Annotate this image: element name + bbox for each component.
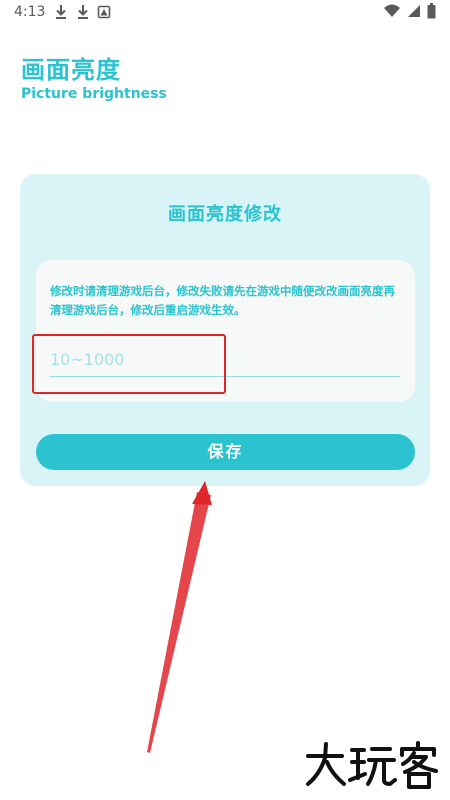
wifi-icon <box>383 4 401 22</box>
card-title: 画面亮度修改 <box>168 204 282 225</box>
image-icon <box>97 4 111 20</box>
download-icon <box>76 4 90 20</box>
signal-icon <box>407 4 421 22</box>
save-button[interactable]: 保存 <box>36 434 415 470</box>
status-bar: 4:13 <box>0 0 450 26</box>
status-icons-right <box>383 3 436 23</box>
page-subtitle: Picture brightness <box>21 86 167 102</box>
annotation-highlight-box <box>32 334 226 394</box>
download-icon <box>54 4 68 20</box>
battery-icon <box>427 3 436 23</box>
status-time: 4:13 <box>14 4 46 20</box>
brightness-card: 画面亮度修改 修改时请清理游戏后台，修改失败请先在游戏中随便改改画面亮度再清理游… <box>20 174 430 486</box>
notice-text: 修改时请清理游戏后台，修改失败请先在游戏中随便改改画面亮度再清理游戏后台，修改后… <box>50 284 395 317</box>
watermark-logo <box>302 740 442 790</box>
page-title: 画面亮度 <box>21 56 121 84</box>
